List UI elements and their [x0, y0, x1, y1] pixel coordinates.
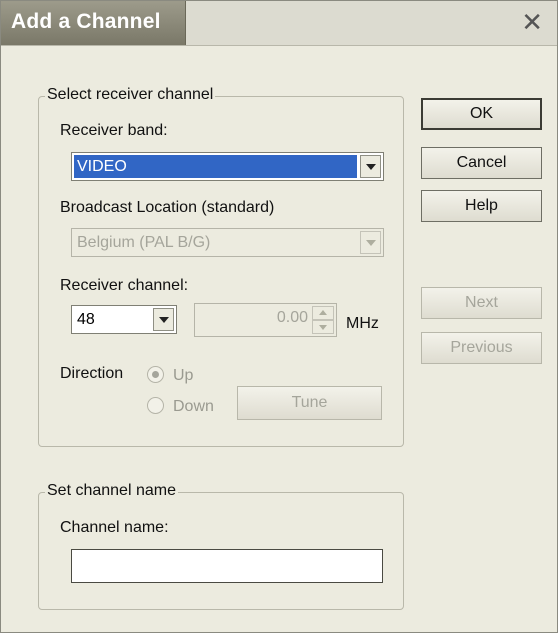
frequency-spinner[interactable]: 0.00: [194, 303, 337, 337]
cancel-button[interactable]: Cancel: [421, 147, 542, 179]
receiver-band-dropdown-button[interactable]: [360, 155, 381, 178]
direction-up-radio[interactable]: [147, 366, 164, 383]
previous-button[interactable]: Previous: [421, 332, 542, 364]
chevron-down-icon: [159, 317, 169, 323]
broadcast-location-value: Belgium (PAL B/G): [77, 234, 211, 251]
add-channel-dialog: Add a Channel ✕ Select receiver channel …: [0, 0, 558, 633]
broadcast-location-select[interactable]: Belgium (PAL B/G): [71, 228, 384, 257]
spin-up-button[interactable]: [312, 306, 334, 320]
broadcast-location-label: Broadcast Location (standard): [60, 199, 275, 216]
direction-down-label: Down: [173, 398, 214, 415]
receiver-band-select[interactable]: VIDEO: [71, 152, 384, 181]
receiver-channel-select[interactable]: 48: [71, 305, 177, 334]
direction-label: Direction: [60, 365, 124, 382]
spin-up-icon: [319, 310, 327, 315]
channel-name-group-legend: Set channel name: [45, 482, 178, 500]
broadcast-location-dropdown-button[interactable]: [360, 231, 381, 254]
frequency-value: 0.00: [276, 309, 308, 326]
receiver-group-legend: Select receiver channel: [45, 86, 216, 104]
channel-name-label: Channel name:: [60, 519, 169, 536]
chevron-down-icon: [366, 164, 376, 170]
direction-up-label: Up: [173, 367, 194, 384]
title-tab: Add a Channel: [1, 1, 186, 45]
channel-name-field[interactable]: [71, 549, 383, 583]
help-button[interactable]: Help: [421, 190, 542, 222]
receiver-band-value: VIDEO: [74, 155, 357, 178]
receiver-channel-dropdown-button[interactable]: [153, 308, 174, 331]
direction-down-radio[interactable]: [147, 397, 164, 414]
receiver-band-label: Receiver band:: [60, 122, 168, 139]
frequency-unit-label: MHz: [346, 315, 379, 332]
receiver-channel-label: Receiver channel:: [60, 277, 189, 294]
tune-button[interactable]: Tune: [237, 386, 382, 420]
radio-selected-dot: [152, 371, 159, 378]
ok-button[interactable]: OK: [421, 98, 542, 130]
close-icon[interactable]: ✕: [521, 7, 543, 37]
next-button[interactable]: Next: [421, 287, 542, 319]
title-bar: Add a Channel ✕: [1, 1, 557, 46]
spin-down-button[interactable]: [312, 320, 334, 334]
receiver-channel-value: 48: [77, 311, 95, 328]
window-title: Add a Channel: [11, 10, 161, 33]
spin-down-icon: [319, 325, 327, 330]
chevron-down-icon: [366, 240, 376, 246]
